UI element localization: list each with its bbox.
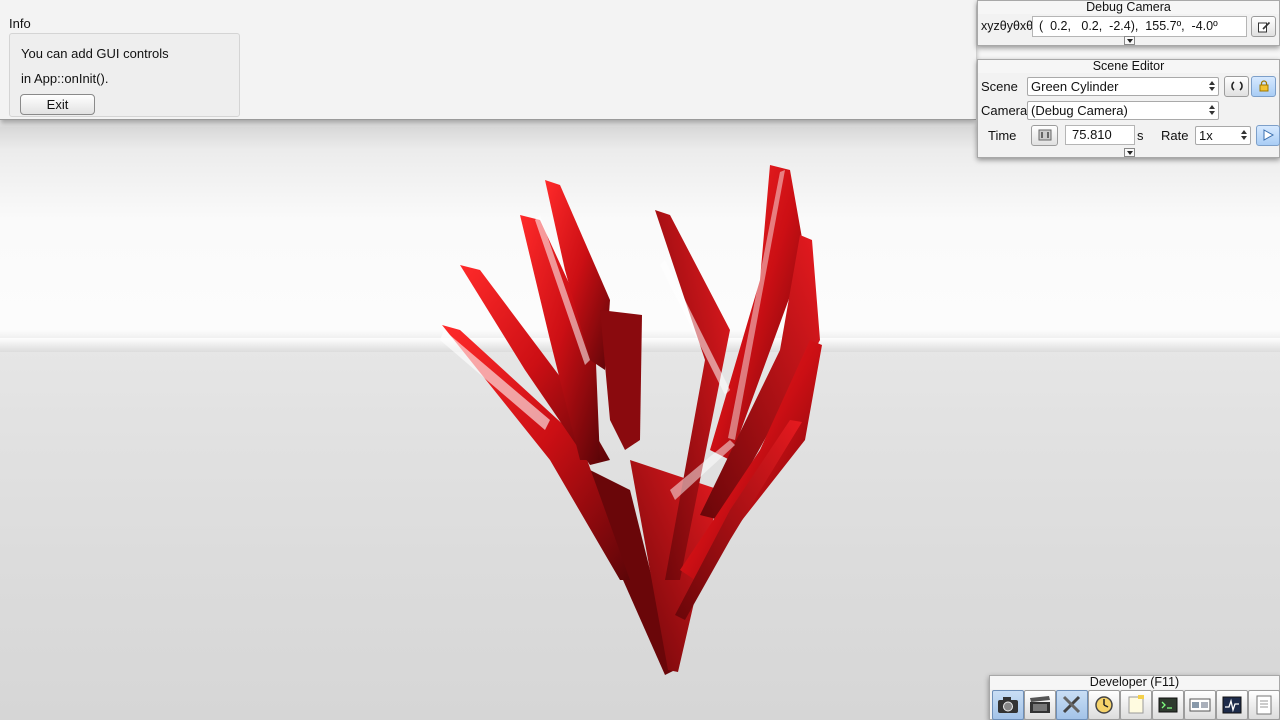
info-text-line-1: You can add GUI controls bbox=[21, 46, 169, 61]
graphics-stats-button[interactable] bbox=[1216, 690, 1248, 720]
play-icon bbox=[1263, 129, 1275, 141]
notes-button[interactable] bbox=[1120, 690, 1152, 720]
exit-button[interactable]: Exit bbox=[20, 94, 95, 115]
time-label: Time bbox=[988, 128, 1017, 143]
document-button[interactable] bbox=[1248, 690, 1280, 720]
scene-dropdown[interactable]: Green Cylinder bbox=[1027, 77, 1219, 96]
lock-icon bbox=[1259, 80, 1268, 92]
dropdown-arrows-icon bbox=[1209, 80, 1215, 93]
console-button[interactable] bbox=[1152, 690, 1184, 720]
camera-dropdown-value: (Debug Camera) bbox=[1031, 103, 1128, 118]
expand-arrow-icon[interactable] bbox=[1124, 36, 1135, 45]
profiler-clock-icon bbox=[1095, 696, 1113, 714]
scene-dropdown-value: Green Cylinder bbox=[1031, 79, 1119, 94]
play-button[interactable] bbox=[1256, 125, 1280, 146]
developer-toolbar-title[interactable]: Developer (F11) bbox=[990, 676, 1279, 689]
info-message-box: You can add GUI controls in App::onInit(… bbox=[9, 33, 240, 117]
film-tool-button[interactable] bbox=[1024, 690, 1056, 720]
camera-label: Camera bbox=[981, 103, 1028, 118]
scene-graph-button[interactable] bbox=[1184, 690, 1216, 720]
profiler-button[interactable] bbox=[1088, 690, 1120, 720]
scene-editor-window: Scene Editor Scene Green Cylinder Camera… bbox=[977, 59, 1280, 158]
camera-dropdown[interactable]: (Debug Camera) bbox=[1027, 101, 1219, 120]
copy-camera-button[interactable] bbox=[1251, 16, 1276, 37]
info-panel: Info You can add GUI controls in App::on… bbox=[0, 0, 976, 120]
camera-coords-label: xyzθyθxθz bbox=[981, 19, 1040, 33]
scene-graph-icon bbox=[1189, 698, 1211, 712]
rate-label: Rate bbox=[1161, 128, 1189, 143]
developer-icons-row bbox=[992, 690, 1280, 720]
camera-tool-button[interactable] bbox=[992, 690, 1024, 720]
console-icon bbox=[1158, 697, 1178, 713]
camera-icon bbox=[998, 697, 1018, 713]
dropdown-arrows-icon bbox=[1209, 104, 1215, 117]
expand-arrow-icon[interactable] bbox=[1124, 148, 1135, 157]
film-rewind-icon bbox=[1038, 129, 1051, 141]
document-icon bbox=[1256, 695, 1272, 715]
debug-camera-window: Debug Camera xyzθyθxθz ( 0.2, 0.2, -2.4)… bbox=[977, 0, 1280, 46]
red-tree-object bbox=[440, 165, 822, 675]
camera-coords-field[interactable]: ( 0.2, 0.2, -2.4), 155.7º, -4.0º bbox=[1032, 16, 1247, 37]
tools-icon bbox=[1062, 695, 1081, 714]
reload-scene-button[interactable] bbox=[1224, 76, 1249, 97]
reload-icon bbox=[1230, 81, 1243, 91]
clipboard-pencil-icon bbox=[1257, 21, 1270, 33]
rate-dropdown[interactable]: 1x bbox=[1195, 126, 1251, 145]
info-text-line-2: in App::onInit(). bbox=[21, 71, 109, 86]
debug-camera-title[interactable]: Debug Camera bbox=[978, 1, 1279, 14]
info-panel-title: Info bbox=[9, 16, 31, 31]
rate-dropdown-value: 1x bbox=[1199, 128, 1213, 143]
tools-button[interactable] bbox=[1056, 690, 1088, 720]
rewind-time-button[interactable] bbox=[1031, 125, 1058, 146]
film-clapper-icon bbox=[1030, 696, 1050, 713]
time-unit-label: s bbox=[1137, 128, 1144, 143]
graphics-stats-icon bbox=[1222, 696, 1242, 714]
scene-label: Scene bbox=[981, 79, 1018, 94]
developer-toolbar: Developer (F11) bbox=[989, 675, 1280, 720]
scene-editor-title[interactable]: Scene Editor bbox=[978, 60, 1279, 73]
lock-scene-button[interactable] bbox=[1251, 76, 1276, 97]
dropdown-arrows-icon bbox=[1241, 129, 1247, 142]
notepad-icon bbox=[1128, 695, 1144, 714]
time-input[interactable]: 75.810 bbox=[1065, 125, 1135, 145]
